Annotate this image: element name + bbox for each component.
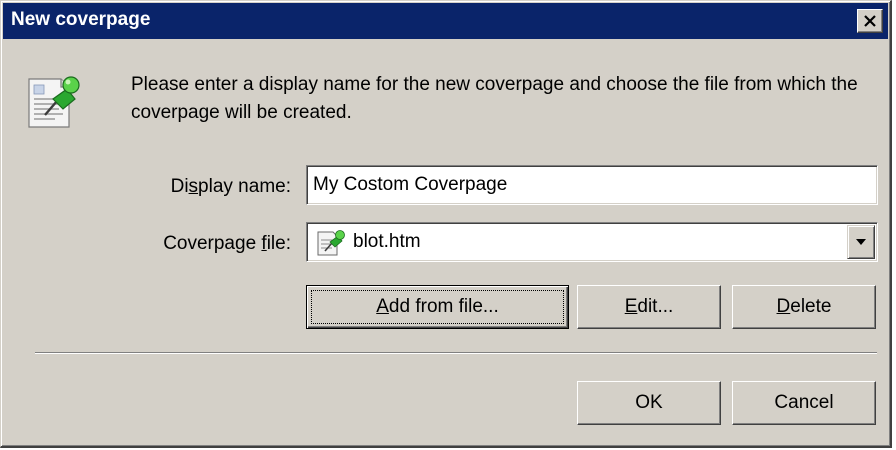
delete-label: Delete [776, 296, 832, 317]
cancel-button[interactable]: Cancel [732, 381, 876, 425]
dialog-title: New coverpage [11, 9, 151, 30]
display-name-label: Display name: [170, 176, 291, 197]
close-button[interactable] [857, 9, 883, 33]
delete-button[interactable]: Delete [732, 285, 876, 329]
dropdown-button[interactable] [847, 225, 875, 259]
coverpage-wizard-icon [28, 76, 80, 128]
coverpage-file-select[interactable]: blot.htm [306, 222, 878, 262]
add-from-file-button[interactable]: Add from file... [306, 285, 569, 329]
ok-label: OK [635, 392, 663, 413]
instruction-text: Please enter a display name for the new … [131, 74, 858, 123]
close-icon [864, 15, 876, 27]
edit-button[interactable]: Edit... [577, 285, 721, 329]
coverpage-document-icon [317, 230, 345, 256]
display-name-input[interactable]: My Costom Coverpage [306, 165, 878, 205]
separator [35, 352, 877, 354]
chevron-down-icon [856, 239, 866, 245]
new-coverpage-dialog: New coverpage Please enter a display nam… [0, 0, 892, 448]
coverpage-file-label: Coverpage file: [163, 233, 291, 254]
focus-rectangle [311, 290, 564, 324]
coverpage-file-value: blot.htm [353, 231, 421, 252]
ok-button[interactable]: OK [577, 381, 721, 425]
title-bar[interactable]: New coverpage [3, 3, 888, 39]
cancel-label: Cancel [774, 392, 834, 413]
edit-label: Edit... [624, 296, 674, 317]
